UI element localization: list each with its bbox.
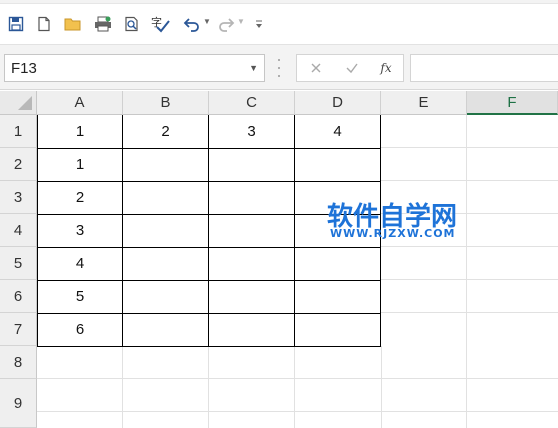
row-header-3[interactable]: 3	[0, 181, 37, 214]
enter-icon[interactable]	[337, 55, 367, 81]
row-header-7[interactable]: 7	[0, 313, 37, 346]
cell-b1[interactable]: 2	[123, 115, 208, 148]
row-header-9[interactable]: 9	[0, 379, 37, 428]
watermark-url: WWW.RJZXW.COM	[330, 227, 456, 240]
column-header-d[interactable]: D	[295, 91, 381, 115]
column-header-c[interactable]: C	[209, 91, 295, 115]
insert-function-button[interactable]: fx	[371, 55, 401, 81]
cell-d1[interactable]: 4	[295, 115, 380, 148]
undo-dropdown-icon[interactable]: ▼	[203, 17, 211, 26]
new-file-icon[interactable]	[34, 14, 54, 34]
row-header-4[interactable]: 4	[0, 214, 37, 247]
watermark: 软件自学网 WWW.RJZXW.COM	[327, 196, 477, 244]
column-header-f[interactable]: F	[467, 91, 558, 115]
gridline	[381, 279, 558, 280]
print-preview-icon[interactable]	[122, 14, 142, 34]
gridline	[466, 115, 467, 428]
table-border	[37, 346, 381, 347]
column-header-e[interactable]: E	[381, 91, 467, 115]
worksheet-grid: A B C D E F 1 2 3 4 5 6 7 8 9 1 2 3 4 1 …	[0, 91, 558, 428]
redo-icon[interactable]	[216, 14, 236, 34]
cell-a1[interactable]: 1	[38, 115, 122, 148]
column-header-b[interactable]: B	[123, 91, 209, 115]
gridline	[294, 346, 295, 428]
row-header-8[interactable]: 8	[0, 346, 37, 379]
cell-a6[interactable]: 5	[38, 280, 122, 313]
formula-buttons: fx	[296, 54, 404, 82]
gridline	[37, 378, 558, 379]
select-all-button[interactable]	[0, 91, 37, 115]
name-box-value: F13	[11, 59, 37, 77]
cell-a2[interactable]: 1	[38, 148, 122, 181]
name-box[interactable]: F13 ▼	[4, 54, 265, 82]
undo-icon[interactable]	[182, 14, 202, 34]
gridline	[381, 246, 558, 247]
cell-a3[interactable]: 2	[38, 181, 122, 214]
customize-icon[interactable]	[252, 14, 266, 34]
gridline	[122, 346, 123, 428]
drag-handle-icon[interactable]	[276, 59, 282, 77]
row-header-5[interactable]: 5	[0, 247, 37, 280]
gridline	[381, 147, 558, 148]
fx-label: fx	[380, 61, 392, 75]
quick-access-toolbar: 字 ▼ ▼	[0, 4, 558, 44]
gridline	[381, 312, 558, 313]
print-icon[interactable]	[92, 14, 114, 34]
formula-value	[411, 55, 415, 71]
row-header-6[interactable]: 6	[0, 280, 37, 313]
open-folder-icon[interactable]	[63, 14, 83, 34]
gridline	[381, 180, 558, 181]
gridline	[381, 346, 382, 428]
cell-a7[interactable]: 6	[38, 313, 122, 346]
gridline	[37, 411, 558, 412]
cell-c1[interactable]: 3	[209, 115, 294, 148]
save-icon[interactable]	[6, 14, 26, 34]
formula-input[interactable]	[410, 54, 558, 82]
cell-a4[interactable]: 3	[38, 214, 122, 247]
formula-bar-row: F13 ▼ fx	[0, 44, 558, 90]
gridline	[208, 346, 209, 428]
chevron-down-icon[interactable]: ▼	[249, 63, 258, 73]
row-header-1[interactable]: 1	[0, 115, 37, 148]
spellcheck-icon[interactable]: 字	[150, 14, 172, 34]
redo-dropdown-icon[interactable]: ▼	[237, 17, 245, 26]
cancel-icon[interactable]	[301, 55, 331, 81]
row-header-2[interactable]: 2	[0, 148, 37, 181]
column-header-a[interactable]: A	[37, 91, 123, 115]
cell-a5[interactable]: 4	[38, 247, 122, 280]
